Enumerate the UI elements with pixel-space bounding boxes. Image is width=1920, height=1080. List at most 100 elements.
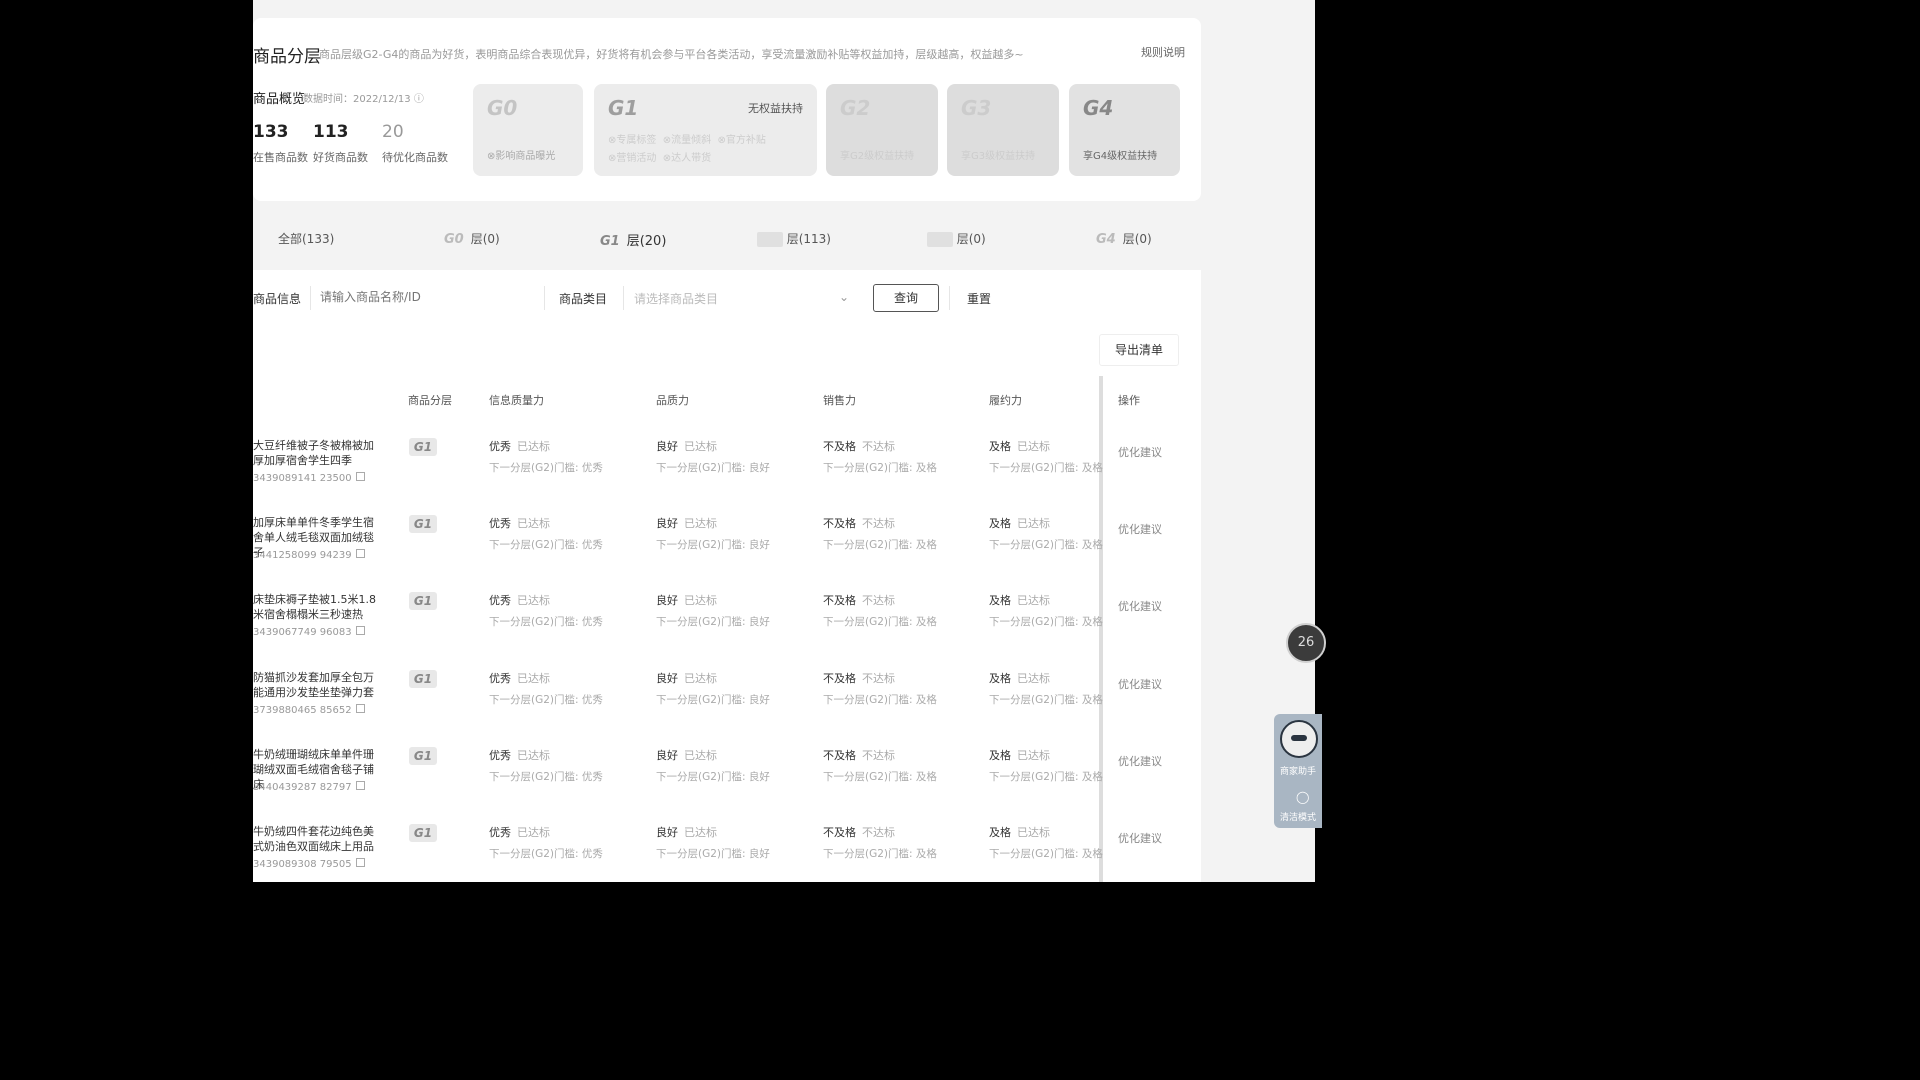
product-id: 3441258099 94239 <box>253 549 365 561</box>
tab-g3[interactable]: G3 层(0) <box>927 230 986 247</box>
fulfillment-cell: 及格 已达标下一分层(G2)门槛: 及格 <box>989 747 1103 783</box>
category-select[interactable]: 请选择商品类目 <box>634 290 824 307</box>
next-threshold: 下一分层(G2)门槛: 良好 <box>656 848 770 860</box>
level: 及格 <box>989 749 1011 762</box>
optimize-suggestion-link[interactable]: 优化建议 <box>1118 521 1162 537</box>
copy-icon[interactable] <box>355 781 365 790</box>
tier-card-g3[interactable]: G3 享G3级权益扶持 <box>947 84 1059 176</box>
level: 不及格 <box>823 749 856 762</box>
rules-link[interactable]: 规则说明 <box>1141 44 1185 60</box>
tab-all[interactable]: 全部(133) <box>278 230 334 247</box>
main-frame: 商品分层 商品层级G2-G4的商品为好货，表明商品综合表现优异，好货将有机会参与… <box>253 0 1315 882</box>
assistant-label: 商家助手 <box>1280 767 1317 777</box>
copy-icon[interactable] <box>355 858 365 867</box>
optimize-suggestion-link[interactable]: 优化建议 <box>1118 676 1162 692</box>
next-threshold: 下一分层(G2)门槛: 优秀 <box>489 616 603 628</box>
query-button[interactable]: 查询 <box>873 284 939 312</box>
tab-badge: G4 <box>1096 232 1116 247</box>
tier-tag: 无权益扶持 <box>748 102 803 115</box>
column-header: 销售力 <box>823 394 856 407</box>
status: 已达标 <box>684 594 717 607</box>
table-row: 床垫床褥子垫被1.5米1.8米宿舍榻榻米三秒速热 3439067749 9608… <box>253 592 1201 669</box>
notification-badge[interactable]: 26 <box>1286 623 1326 663</box>
optimize-suggestion-link[interactable]: 优化建议 <box>1118 444 1162 460</box>
copy-icon[interactable] <box>355 626 365 635</box>
level: 优秀 <box>489 749 511 762</box>
status: 已达标 <box>684 517 717 530</box>
sales-cell: 不及格 不达标 下一分层(G2)门槛: 及格 <box>823 592 937 628</box>
table-row: 加厚床单单件冬季学生宿舍单人绒毛毯双面加绒毯子 3441258099 94239… <box>253 515 1201 592</box>
sales-cell: 不及格 不达标 下一分层(G2)门槛: 及格 <box>823 438 937 474</box>
copy-icon[interactable] <box>355 704 365 713</box>
optimize-suggestion-link[interactable]: 优化建议 <box>1118 753 1162 769</box>
quality-cell: 良好 已达标 下一分层(G2)门槛: 良好 <box>656 747 770 783</box>
product-id-text: 3439089308 79505 <box>253 859 352 870</box>
tier-overview-panel: 商品分层 商品层级G2-G4的商品为好货，表明商品综合表现优异，好货将有机会参与… <box>253 18 1201 201</box>
panel-description: 商品层级G2-G4的商品为好货，表明商品综合表现优异，好货将有机会参与平台各类活… <box>319 48 1024 61</box>
status: 已达标 <box>684 672 717 685</box>
next-threshold: 下一分层(G2)门槛: 及格 <box>823 848 937 860</box>
next-threshold: 下一分层(G2)门槛: 及格 <box>989 771 1103 783</box>
next-threshold: 下一分层(G2)门槛: 良好 <box>656 616 770 628</box>
tab-label: 层(20) <box>626 234 667 249</box>
product-name[interactable]: 大豆纤维被子冬被棉被加厚加厚宿舍学生四季 <box>253 438 381 468</box>
tab-badge: G2 <box>757 232 783 247</box>
tier-card-g4[interactable]: G4 享G4级权益扶持 <box>1069 84 1180 176</box>
product-search-input[interactable] <box>320 290 520 304</box>
next-threshold: 下一分层(G2)门槛: 优秀 <box>489 462 603 474</box>
copy-icon[interactable] <box>355 472 365 481</box>
level: 不及格 <box>823 826 856 839</box>
level: 良好 <box>656 826 678 839</box>
tier-card-g0[interactable]: G0 ⊗影响商品曝光 <box>473 84 583 176</box>
column-header: 操作 <box>1118 394 1140 407</box>
export-button[interactable]: 导出清单 <box>1099 334 1179 366</box>
product-info-label: 商品信息 <box>253 292 302 306</box>
copy-icon[interactable] <box>355 549 365 558</box>
tab-g2[interactable]: G2 层(113) <box>757 230 831 247</box>
status: 已达标 <box>517 440 550 453</box>
tier-name: G0 <box>487 96 518 120</box>
category-label: 商品类目 <box>559 292 608 306</box>
next-threshold: 下一分层(G2)门槛: 及格 <box>989 848 1103 860</box>
next-threshold: 下一分层(G2)门槛: 良好 <box>656 539 770 551</box>
next-threshold: 下一分层(G2)门槛: 及格 <box>989 616 1103 628</box>
overview-time: 数据时间：2022/12/13 ⓘ <box>303 94 424 105</box>
product-name[interactable]: 床垫床褥子垫被1.5米1.8米宿舍榻榻米三秒速热 <box>253 592 381 622</box>
sales-cell: 不及格 不达标 下一分层(G2)门槛: 及格 <box>823 747 937 783</box>
reset-button[interactable]: 重置 <box>967 290 991 307</box>
optimize-suggestion-link[interactable]: 优化建议 <box>1118 598 1162 614</box>
tier-footer: 享G2级权益扶持 <box>840 151 915 162</box>
fulfillment-cell: 及格 已达标 下一分层(G2)门槛: 及格 <box>989 670 1103 706</box>
column-header: 履约力 <box>989 394 1022 407</box>
level: 不及格 <box>823 672 856 685</box>
tier-tabs: 全部(133) G0 层(0) G1 层(20) G2 层(113) G3 层(0) G… <box>253 212 1201 262</box>
tier-badge: G1 <box>409 747 437 765</box>
tab-g0[interactable]: G0 层(0) <box>441 230 500 247</box>
tab-g1[interactable]: G1 层(20) <box>597 230 666 249</box>
level: 优秀 <box>489 826 511 839</box>
merchant-assistant-widget[interactable]: 商家助手 ◯ 清洁模式 <box>1274 714 1322 828</box>
sales-cell: 不及格 不达标 下一分层(G2)门槛: 及格 <box>823 515 937 551</box>
product-id: 3439089141 23500 <box>253 472 365 484</box>
tab-g4[interactable]: G4 层(0) <box>1093 230 1152 247</box>
level: 不及格 <box>823 440 856 453</box>
optimize-suggestion-link[interactable]: 优化建议 <box>1118 830 1162 846</box>
tier-card-g1[interactable]: G1 无权益扶持 ⊗专属标签 ⊗流量倾斜 ⊗官方补贴 ⊗营销活动 ⊗达人带货 <box>594 84 817 176</box>
level: 不及格 <box>823 594 856 607</box>
chevron-down-icon[interactable]: ⌄ <box>839 290 849 304</box>
tier-footer: 享G4级权益扶持 <box>1083 151 1158 162</box>
fulfillment-cell: 及格 已达标 下一分层(G2)门槛: 及格 <box>989 515 1103 551</box>
next-threshold: 下一分层(G2)门槛: 优秀 <box>489 694 603 706</box>
page-title: 商品分层 <box>253 47 321 67</box>
next-threshold: 下一分层(G2)门槛: 及格 <box>823 539 937 551</box>
fulfillment-cell: 及格 已达标 下一分层(G2)门槛: 及格 <box>989 438 1103 474</box>
product-id-text: 3440439287 82797 <box>253 782 352 793</box>
info-quality-cell: 优秀 已达标 下一分层(G2)门槛: 优秀 <box>489 438 603 474</box>
product-name[interactable]: 牛奶绒四件套花边纯色美式奶油色双面绒床上用品 <box>253 824 381 854</box>
column-header: 信息质量力 <box>489 394 544 407</box>
product-name[interactable]: 防猫抓沙发套加厚全包万能通用沙发垫坐垫弹力套 <box>253 670 381 700</box>
next-threshold: 下一分层(G2)门槛: 及格 <box>823 616 937 628</box>
next-threshold: 下一分层(G2)门槛: 优秀 <box>489 539 603 551</box>
tier-card-g2[interactable]: G2 享G2级权益扶持 <box>826 84 938 176</box>
status: 已达标 <box>1017 749 1050 762</box>
